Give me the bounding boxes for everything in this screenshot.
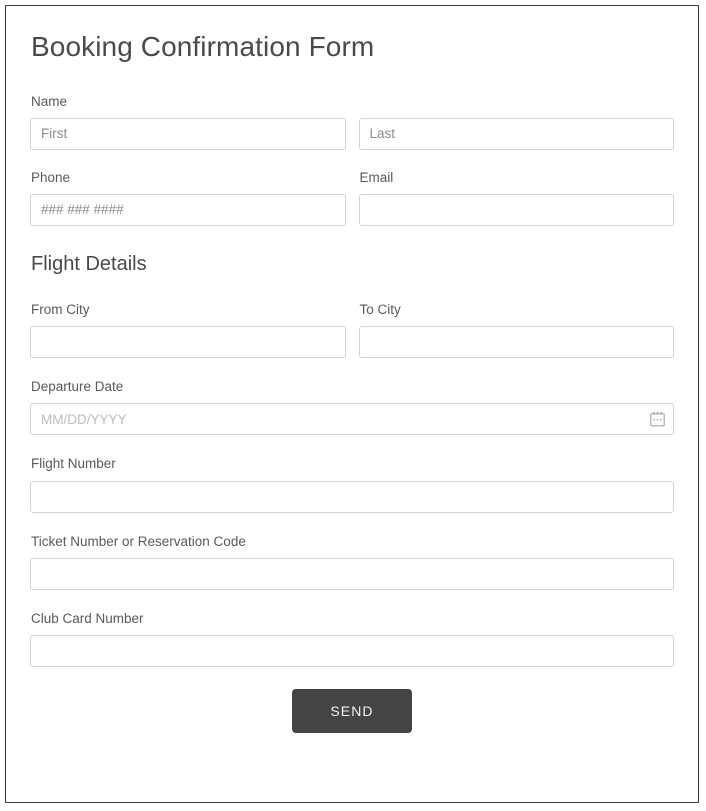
phone-label: Phone <box>31 169 71 185</box>
last-name-input[interactable] <box>358 117 674 150</box>
field-group-departure-date: Departure Date <box>30 379 674 436</box>
page-title: Booking Confirmation Form <box>31 31 375 62</box>
form-page-frame: Booking Confirmation Form Name Phone <box>5 5 699 803</box>
email-input[interactable] <box>358 193 674 226</box>
name-row <box>30 117 674 150</box>
name-label: Name <box>31 93 68 109</box>
from-city-label: From City <box>31 301 90 317</box>
section-heading-flight-details: Flight Details <box>31 252 147 275</box>
field-group-from-city: From City <box>30 301 346 359</box>
from-to-city-row: From City To City <box>30 301 674 359</box>
field-group-to-city: To City <box>358 301 674 359</box>
club-card-number-input[interactable] <box>30 634 674 667</box>
ticket-number-input[interactable] <box>30 557 674 590</box>
field-group-ticket-number: Ticket Number or Reservation Code <box>30 534 674 590</box>
field-group-club-card-number: Club Card Number <box>30 611 674 667</box>
phone-input[interactable] <box>30 193 346 226</box>
field-group-phone: Phone <box>30 170 346 226</box>
phone-email-row: Phone Email <box>30 170 674 226</box>
field-group-flight-number: Flight Number <box>30 456 674 513</box>
club-card-number-label: Club Card Number <box>31 610 144 626</box>
send-button[interactable]: SEND <box>292 688 412 733</box>
from-city-input[interactable] <box>30 326 346 359</box>
field-group-name: Name <box>30 94 674 150</box>
booking-confirmation-form: Booking Confirmation Form Name Phone <box>6 6 698 802</box>
field-group-email: Email <box>358 169 674 226</box>
to-city-input[interactable] <box>358 326 674 359</box>
first-name-col <box>30 117 346 150</box>
departure-date-wrapper <box>30 403 674 436</box>
email-label: Email <box>359 169 394 185</box>
departure-date-input[interactable] <box>30 403 674 436</box>
ticket-number-label: Ticket Number or Reservation Code <box>31 533 246 549</box>
to-city-label: To City <box>359 301 401 317</box>
flight-number-label: Flight Number <box>31 456 116 472</box>
flight-number-input[interactable] <box>30 480 674 513</box>
last-name-col <box>358 117 674 150</box>
first-name-input[interactable] <box>30 117 346 150</box>
submit-row: SEND <box>30 688 674 733</box>
departure-date-label: Departure Date <box>31 379 124 395</box>
